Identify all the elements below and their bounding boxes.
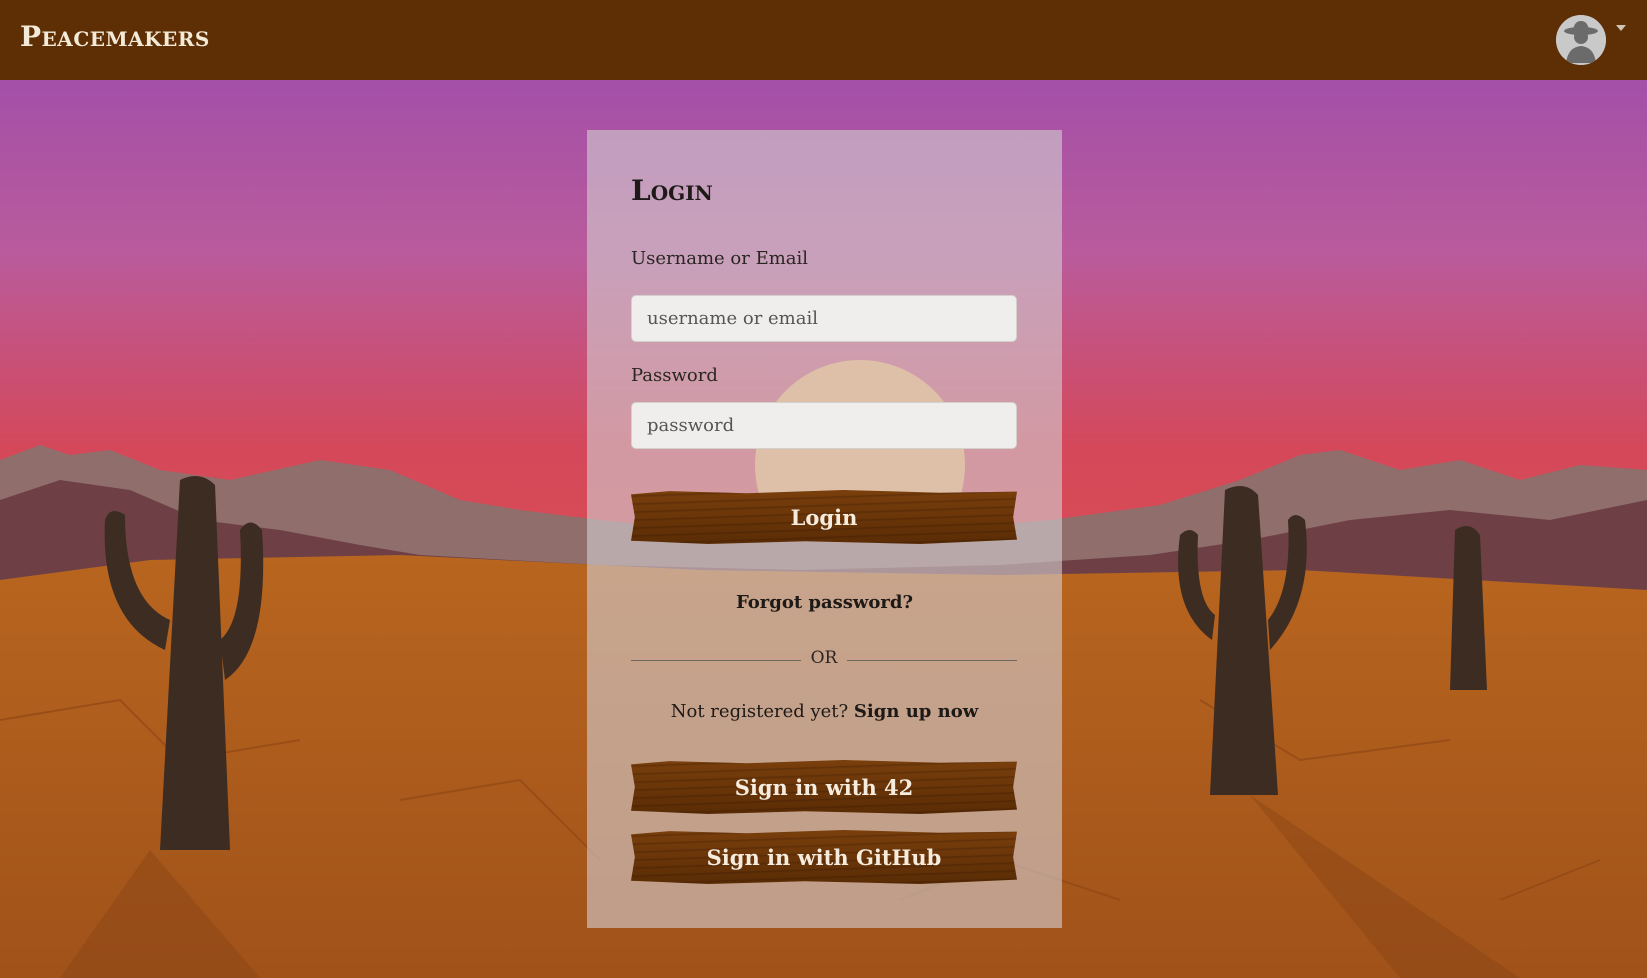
chevron-down-icon[interactable] — [1616, 25, 1626, 31]
username-label: Username or Email — [631, 248, 809, 269]
login-card: Login Username or Email Password Login F… — [587, 130, 1062, 928]
cowboy-avatar-icon — [1556, 15, 1606, 65]
brand-logo[interactable]: Peacemakers — [20, 20, 210, 53]
login-title: Login — [631, 174, 713, 207]
username-input[interactable] — [631, 295, 1017, 342]
password-input[interactable] — [631, 402, 1017, 449]
forgot-password-text[interactable]: Forgot password? — [736, 592, 913, 613]
password-label: Password — [631, 365, 718, 386]
user-avatar[interactable] — [1556, 15, 1606, 65]
forgot-password-link[interactable]: Forgot password? — [587, 592, 1062, 613]
divider-or-text: OR — [810, 648, 838, 668]
top-navbar: Peacemakers — [0, 0, 1647, 80]
or-divider: OR — [631, 648, 1017, 672]
sign-in-github-button[interactable]: Sign in with GitHub — [631, 830, 1017, 884]
signup-prompt: Not registered yet? Sign up now — [587, 701, 1062, 722]
not-registered-text: Not registered yet? — [670, 701, 849, 722]
sign-in-42-button[interactable]: Sign in with 42 — [631, 760, 1017, 814]
signup-link[interactable]: Sign up now — [854, 701, 978, 722]
login-button[interactable]: Login — [631, 490, 1017, 544]
divider-line-right — [847, 660, 1017, 661]
